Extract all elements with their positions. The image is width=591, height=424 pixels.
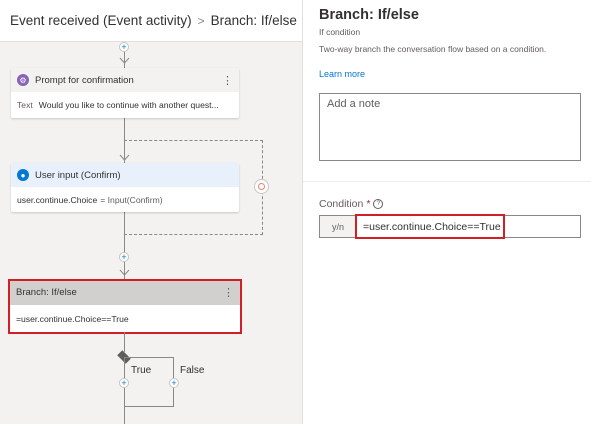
help-icon[interactable]: ? xyxy=(373,199,384,209)
prompt-message-text: Would you like to continue with another … xyxy=(38,100,219,110)
section-divider xyxy=(303,181,591,182)
user-input-node[interactable]: ● User input (Confirm) user.continue.Cho… xyxy=(11,163,239,212)
condition-highlight xyxy=(355,214,505,239)
true-branch-label: True xyxy=(131,365,152,376)
note-placeholder: Add a note xyxy=(327,98,381,110)
properties-panel: Branch: If/else If condition Two-way bra… xyxy=(303,0,591,424)
panel-subtitle: If condition xyxy=(319,27,361,37)
add-node-button[interactable]: + xyxy=(119,42,129,52)
true-branch-path xyxy=(124,357,125,424)
breadcrumb-current: Branch: If/else xyxy=(210,13,297,28)
false-branch-label: False xyxy=(180,365,205,376)
branch-node-highlight xyxy=(8,279,242,334)
user-input-assignment: = Input(Confirm) xyxy=(100,194,163,205)
breadcrumb-separator: > xyxy=(197,13,205,28)
user-input-node-title: User input (Confirm) xyxy=(35,169,121,181)
user-icon: ● xyxy=(17,169,29,181)
breadcrumb-trigger[interactable]: Event received (Event activity) xyxy=(10,13,192,28)
panel-title: Branch: If/else xyxy=(319,7,419,23)
connector-line xyxy=(124,332,125,352)
add-node-true-button[interactable]: + xyxy=(119,378,129,388)
user-input-property: user.continue.Choice xyxy=(17,194,98,205)
flow-canvas: + + ⚙ Prompt for confirmation ⋮ Text Wou… xyxy=(0,0,302,424)
prompt-node[interactable]: ⚙ Prompt for confirmation ⋮ Text Would y… xyxy=(11,68,239,118)
prompt-node-title: Prompt for confirmation xyxy=(35,74,134,86)
condition-label: Condition * ? xyxy=(319,198,384,210)
loop-target-icon[interactable] xyxy=(254,179,269,194)
add-node-false-button[interactable]: + xyxy=(169,378,179,388)
breadcrumb: Event received (Event activity) > Branch… xyxy=(0,0,302,42)
arrow-down-icon xyxy=(119,57,130,64)
prompt-icon: ⚙ xyxy=(17,74,29,86)
learn-more-link[interactable]: Learn more xyxy=(319,69,365,79)
add-node-button[interactable]: + xyxy=(119,252,129,262)
note-textarea[interactable]: Add a note xyxy=(319,93,581,161)
condition-type-prefix: y/n xyxy=(320,216,357,237)
prompt-type-label: Text xyxy=(17,100,33,110)
more-options-icon[interactable]: ⋮ xyxy=(222,74,233,87)
arrow-down-icon xyxy=(119,154,130,161)
required-marker: * xyxy=(366,198,371,210)
condition-label-text: Condition xyxy=(319,198,364,210)
panel-description: Two-way branch the conversation flow bas… xyxy=(319,44,547,54)
arrow-down-icon xyxy=(119,269,130,276)
